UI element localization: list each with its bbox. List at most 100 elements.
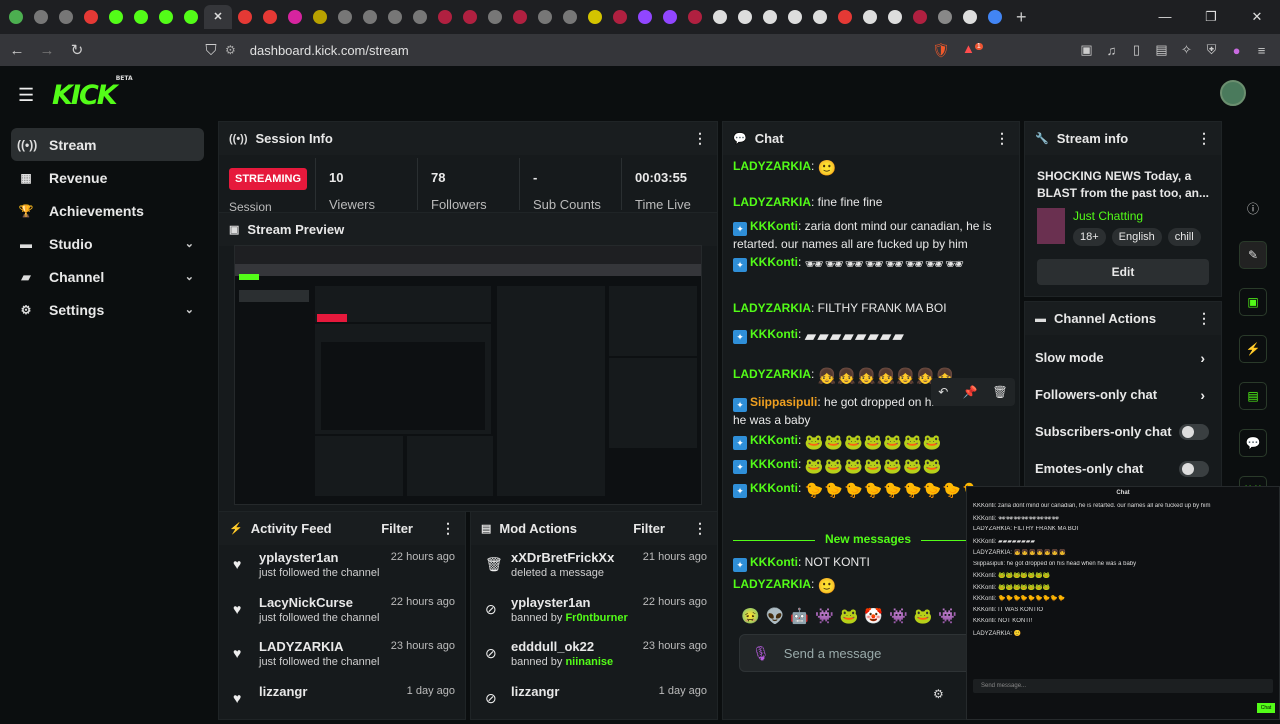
username[interactable]: lizzangr <box>259 684 307 699</box>
sidebar-item-achievements[interactable]: 🏆 Achievements <box>11 194 204 227</box>
filter-button[interactable]: Filter <box>381 521 413 536</box>
brave-shield-icon[interactable]: 🛡 <box>932 42 950 59</box>
username[interactable]: lizzangr <box>511 684 559 699</box>
minimize-icon[interactable]: — <box>1142 0 1188 34</box>
chat-message[interactable]: ✦ KKKonti: 🕶🕶🕶🕶🕶🕶🕶🕶 <box>733 254 1013 273</box>
list-item[interactable]: ⊘ lizzangr 1 day ago <box>471 680 719 724</box>
music-icon[interactable]: ♫ <box>1099 43 1124 58</box>
brave-rewards-icon[interactable]: ▲ 1 <box>962 41 983 56</box>
browser-tab[interactable] <box>458 5 482 29</box>
toggle-switch[interactable] <box>1179 423 1209 440</box>
info-icon[interactable]: ⓘ <box>1239 194 1267 222</box>
reload-icon[interactable]: ↻ <box>64 41 90 59</box>
chat-message[interactable]: ✦ KKKonti: ▰▰▰▰▰▰▰▰ <box>733 326 1013 345</box>
popout-chat-button[interactable]: Chat <box>1257 703 1275 713</box>
browser-tab[interactable] <box>908 5 932 29</box>
browser-tab[interactable] <box>883 5 907 29</box>
ai-icon[interactable]: ✧ <box>1174 42 1199 58</box>
list-item[interactable]: ♥ LacyNickCurse just followed the channel 2… <box>219 591 467 635</box>
reply-icon[interactable]: ↶ <box>938 385 948 399</box>
microphone-icon[interactable]: 🎙 <box>752 645 770 662</box>
delete-icon[interactable]: 🗑 <box>992 385 1007 399</box>
channel-action-emotes-only-chat[interactable]: Emotes-only chat <box>1025 450 1221 486</box>
chat-username[interactable]: KKKonti <box>750 481 798 495</box>
browser-tab[interactable] <box>104 5 128 29</box>
browser-tab[interactable] <box>608 5 632 29</box>
browser-tab[interactable] <box>958 5 982 29</box>
screenshot-icon[interactable]: ▣ <box>1074 42 1099 58</box>
bookmark-icon[interactable]: ⛉ <box>198 42 224 59</box>
new-messages-divider[interactable]: New messages <box>733 532 1003 546</box>
chat-username[interactable]: LADYZARKIA <box>733 195 811 209</box>
more-options-icon[interactable]: ⋮ <box>1197 130 1211 147</box>
popout-chat-window[interactable]: Chat KKKonti: zaria dont mind our canadi… <box>966 486 1280 720</box>
chat-settings-icon[interactable]: ⚙ <box>933 687 944 701</box>
browser-tab[interactable] <box>283 5 307 29</box>
username[interactable]: xXDrBretFrickXx <box>511 550 614 565</box>
moderator-name[interactable]: niinanise <box>565 656 613 668</box>
profile-icon[interactable]: ● <box>1224 43 1249 58</box>
browser-tab[interactable] <box>433 5 457 29</box>
browser-tab[interactable] <box>633 5 657 29</box>
chat-username[interactable]: KKKonti <box>750 433 798 447</box>
chat-username[interactable]: LADYZARKIA <box>733 301 811 315</box>
browser-tab[interactable] <box>129 5 153 29</box>
close-window-icon[interactable]: ✕ <box>1234 0 1280 34</box>
browser-tab[interactable] <box>483 5 507 29</box>
document-toggle-icon[interactable]: ▤ <box>1239 382 1267 410</box>
browser-tab[interactable] <box>708 5 732 29</box>
browser-tab[interactable] <box>154 5 178 29</box>
edit-icon[interactable]: ✎ <box>1239 241 1267 269</box>
edit-button[interactable]: Edit <box>1037 259 1209 285</box>
browser-tab[interactable]: ✕ <box>204 5 232 29</box>
chat-username[interactable]: KKKonti <box>750 327 798 341</box>
sidebar-item-settings[interactable]: ⚙ Settings ⌄ <box>11 293 204 326</box>
username[interactable]: yplayster1an <box>259 550 339 565</box>
browser-tab[interactable] <box>758 5 782 29</box>
browser-tab[interactable] <box>408 5 432 29</box>
stream-preview-video[interactable] <box>234 245 702 505</box>
channel-action-followers-only-chat[interactable]: Followers-only chat › <box>1025 376 1221 413</box>
browser-tab[interactable] <box>233 5 257 29</box>
browser-tab[interactable] <box>258 5 282 29</box>
toggle-switch[interactable] <box>1179 460 1209 477</box>
kick-logo[interactable]: KICKBETA <box>52 75 133 111</box>
browser-tab[interactable] <box>79 5 103 29</box>
browser-tab[interactable] <box>29 5 53 29</box>
chat-message[interactable]: LADYZARKIA: fine fine fine <box>733 194 1013 211</box>
browser-tab[interactable] <box>333 5 357 29</box>
username[interactable]: edddull_ok22 <box>511 639 594 654</box>
browser-tab[interactable] <box>808 5 832 29</box>
browser-tab[interactable] <box>858 5 882 29</box>
vpn-icon[interactable]: ⛨ <box>1199 42 1224 58</box>
more-options-icon[interactable]: ⋮ <box>693 130 707 147</box>
avatar[interactable] <box>1220 80 1246 106</box>
username[interactable]: yplayster1an <box>511 595 591 610</box>
browser-tab[interactable] <box>308 5 332 29</box>
browser-tab[interactable] <box>533 5 557 29</box>
more-options-icon[interactable]: ⋮ <box>441 520 455 537</box>
browser-tab[interactable] <box>683 5 707 29</box>
tag[interactable]: chill <box>1167 228 1201 246</box>
list-item[interactable]: ♥ LADYZARKIA just followed the channel 23 h… <box>219 635 467 679</box>
menu-icon[interactable]: ≡ <box>1249 43 1274 58</box>
lightning-toggle-icon[interactable]: ⚡ <box>1239 335 1267 363</box>
browser-tab[interactable] <box>783 5 807 29</box>
chat-toggle-icon[interactable]: 💬 <box>1239 429 1267 457</box>
browser-tab[interactable] <box>4 5 28 29</box>
chat-username[interactable]: KKKonti <box>750 219 798 233</box>
browser-tab[interactable] <box>933 5 957 29</box>
hamburger-icon[interactable]: ☰ <box>18 85 34 106</box>
username[interactable]: LacyNickCurse <box>259 595 353 610</box>
pin-icon[interactable]: 📌 <box>963 385 978 399</box>
moderator-name[interactable]: Fr0ntburner <box>565 612 627 624</box>
list-item[interactable]: ⊘ yplayster1an banned by Fr0ntburner 22 hou… <box>471 591 719 635</box>
more-options-icon[interactable]: ⋮ <box>693 520 707 537</box>
back-icon[interactable]: ← <box>4 42 30 59</box>
browser-tab[interactable] <box>558 5 582 29</box>
list-item[interactable]: ♥ yplayster1an just followed the channel 22… <box>219 546 467 590</box>
chat-input[interactable]: 🎙 Send a message <box>739 634 984 672</box>
sidebar-item-stream[interactable]: ((•)) Stream <box>11 128 204 161</box>
chat-message[interactable]: LADYZARKIA: 🙂 <box>733 158 1013 177</box>
browser-tab[interactable] <box>179 5 203 29</box>
